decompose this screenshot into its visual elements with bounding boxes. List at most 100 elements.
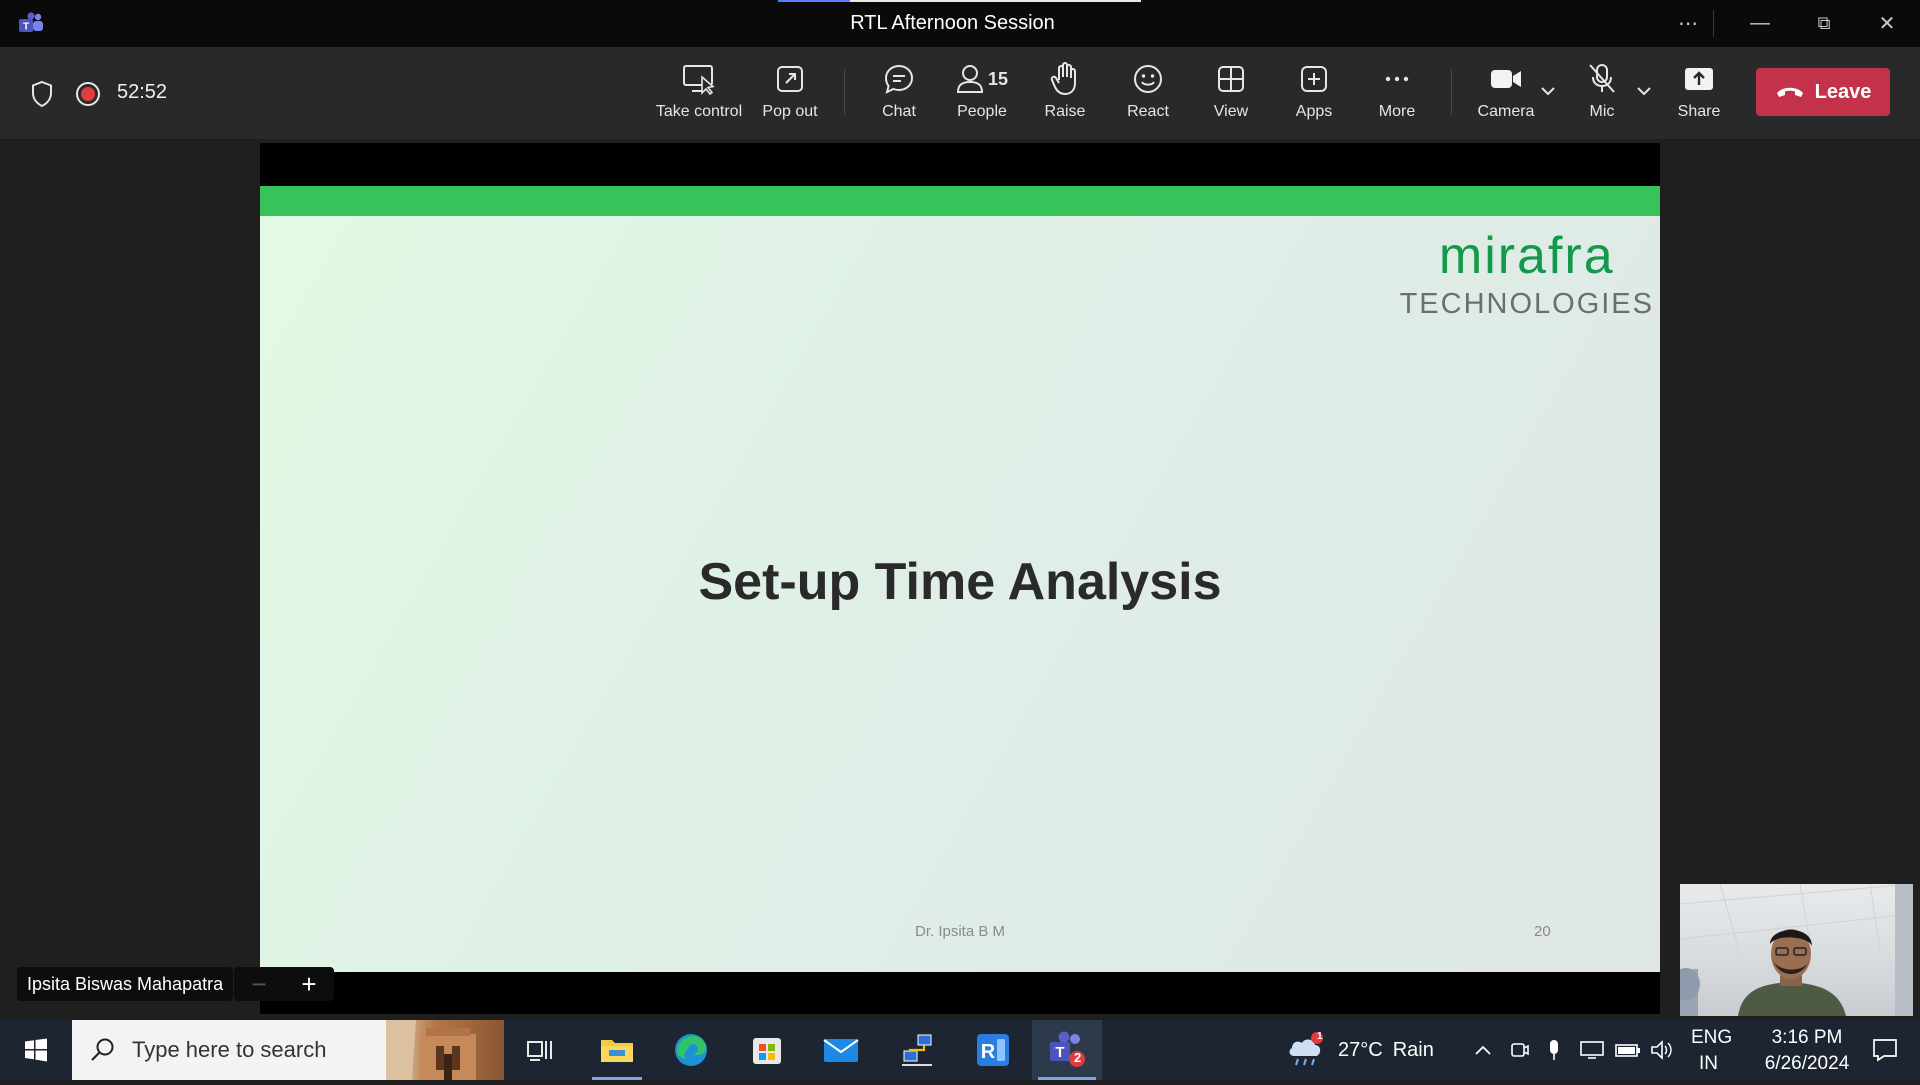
meeting-timer: 52:52 xyxy=(117,81,168,103)
restore-button[interactable]: ⧉ xyxy=(1804,10,1844,36)
microphone-icon xyxy=(1550,1040,1558,1060)
take-control-icon xyxy=(683,65,715,95)
meet-now-icon xyxy=(1511,1043,1529,1057)
take-control-label: Take control xyxy=(655,103,743,120)
chat-label: Chat xyxy=(882,103,916,120)
raise-hand-icon xyxy=(1050,62,1076,95)
taskbar-microsoft-store[interactable] xyxy=(736,1020,798,1080)
title-divider xyxy=(1713,10,1714,37)
view-label: View xyxy=(1213,103,1249,120)
mic-options-chevron-down-icon[interactable] xyxy=(1636,85,1652,97)
share-label: Share xyxy=(1677,103,1721,120)
show-hidden-icons-button[interactable] xyxy=(1470,1020,1496,1080)
take-control-button[interactable]: Take control xyxy=(654,61,744,129)
people-count: 15 xyxy=(987,68,1009,89)
task-view-icon xyxy=(527,1041,552,1061)
taskbar-network-app[interactable] xyxy=(886,1020,948,1080)
tray-network[interactable] xyxy=(1578,1020,1606,1080)
input-language-line1[interactable]: ENG xyxy=(1691,1027,1732,1049)
chat-button[interactable]: Chat xyxy=(868,61,930,129)
chat-icon xyxy=(884,64,914,94)
react-label: React xyxy=(1127,103,1169,120)
taskbar-file-explorer[interactable] xyxy=(586,1020,648,1080)
mail-icon xyxy=(823,1039,859,1062)
tray-microphone[interactable] xyxy=(1542,1020,1566,1080)
chevron-up-icon xyxy=(1475,1045,1491,1055)
zoom-controls: − + xyxy=(234,967,334,1001)
pop-out-button[interactable]: Pop out xyxy=(754,61,826,129)
notifications-icon xyxy=(1873,1039,1897,1062)
apps-label: Apps xyxy=(1295,103,1333,120)
input-language-line2[interactable]: IN xyxy=(1699,1053,1718,1075)
camera-options-chevron-down-icon[interactable] xyxy=(1540,85,1556,97)
brand-name: mirafra xyxy=(1438,227,1615,285)
tray-meet-now[interactable] xyxy=(1506,1020,1534,1080)
taskbar-search-box[interactable]: Type here to search xyxy=(72,1020,504,1080)
raise-hand-button[interactable]: Raise xyxy=(1035,61,1095,129)
taskbar: Type here to search R T 2 1 27°C Rain EN… xyxy=(0,1020,1920,1080)
slide-page-number: 20 xyxy=(1534,923,1551,940)
taskbar-teams[interactable]: T 2 xyxy=(1032,1020,1102,1080)
taskbar-rdp-app[interactable]: R xyxy=(962,1020,1024,1080)
webcam-person-image xyxy=(1680,884,1913,1016)
edge-browser-icon xyxy=(675,1034,707,1066)
weather-condition: Rain xyxy=(1392,1038,1434,1061)
ellipsis-icon xyxy=(1385,76,1409,82)
notification-center-button[interactable] xyxy=(1850,1020,1920,1080)
self-video-tile[interactable] xyxy=(1680,884,1913,1016)
leave-button[interactable]: Leave xyxy=(1756,68,1890,116)
apps-button[interactable]: Apps xyxy=(1284,61,1344,129)
share-button[interactable]: Share xyxy=(1668,61,1730,129)
mic-label: Mic xyxy=(1589,103,1615,120)
react-button[interactable]: React xyxy=(1117,61,1179,129)
presenter-name-tag: Ipsita Biswas Mahapatra xyxy=(17,967,234,1001)
shared-screen: mirafra TECHNOLOGIES Set-up Time Analysi… xyxy=(260,143,1660,1014)
network-icon xyxy=(1580,1041,1604,1059)
close-button[interactable]: ✕ xyxy=(1867,10,1907,36)
recording-indicator-icon xyxy=(76,82,100,106)
start-button[interactable] xyxy=(14,1020,58,1080)
minimize-button[interactable]: — xyxy=(1740,10,1780,36)
pop-out-label: Pop out xyxy=(762,103,818,120)
people-label: People xyxy=(957,103,1007,120)
camera-button[interactable]: Camera xyxy=(1470,61,1542,129)
presentation-slide: mirafra TECHNOLOGIES Set-up Time Analysi… xyxy=(260,186,1660,972)
view-button[interactable]: View xyxy=(1201,61,1261,129)
taskbar-edge[interactable] xyxy=(660,1020,722,1080)
weather-temperature: 27°C xyxy=(1338,1038,1383,1061)
search-placeholder: Type here to search xyxy=(132,1037,327,1062)
slide-title: Set-up Time Analysis xyxy=(698,553,1222,611)
people-button[interactable]: 15 People xyxy=(946,61,1018,129)
clock-time[interactable]: 3:16 PM xyxy=(1752,1027,1862,1049)
more-button[interactable]: More xyxy=(1367,61,1427,129)
video-camera-icon xyxy=(1491,70,1521,88)
microsoft-store-icon xyxy=(753,1038,781,1064)
network-connection-icon xyxy=(902,1034,932,1066)
shield-icon[interactable] xyxy=(30,80,54,108)
toolbar-divider xyxy=(844,69,845,115)
raise-label: Raise xyxy=(1044,103,1086,120)
mic-button[interactable]: Mic xyxy=(1572,61,1632,129)
rdp-app-icon: R xyxy=(977,1034,1009,1066)
people-icon xyxy=(956,65,983,93)
camera-label: Camera xyxy=(1477,103,1535,120)
brand-subtitle: TECHNOLOGIES xyxy=(1399,288,1654,320)
slide-accent-bar xyxy=(260,186,1660,216)
tray-battery[interactable] xyxy=(1614,1020,1642,1080)
svg-text:R: R xyxy=(981,1041,996,1063)
weather-widget[interactable]: 1 27°C Rain xyxy=(1286,1020,1446,1080)
mic-off-icon xyxy=(1589,64,1615,93)
task-view-button[interactable] xyxy=(516,1020,564,1080)
title-bar: T RTL Afternoon Session ⋯ — ⧉ ✕ xyxy=(0,0,1920,47)
tray-volume[interactable] xyxy=(1648,1020,1676,1080)
more-options-button[interactable]: ⋯ xyxy=(1668,10,1708,36)
zoom-out-button[interactable]: − xyxy=(251,969,266,1000)
more-label: More xyxy=(1378,103,1416,120)
hang-up-icon xyxy=(1776,87,1803,97)
teams-badge-count: 2 xyxy=(1074,1050,1082,1065)
zoom-in-button[interactable]: + xyxy=(301,969,316,1000)
view-grid-icon xyxy=(1218,66,1244,92)
toolbar-divider xyxy=(1451,69,1452,115)
battery-icon xyxy=(1615,1044,1640,1057)
taskbar-mail[interactable] xyxy=(810,1020,872,1080)
